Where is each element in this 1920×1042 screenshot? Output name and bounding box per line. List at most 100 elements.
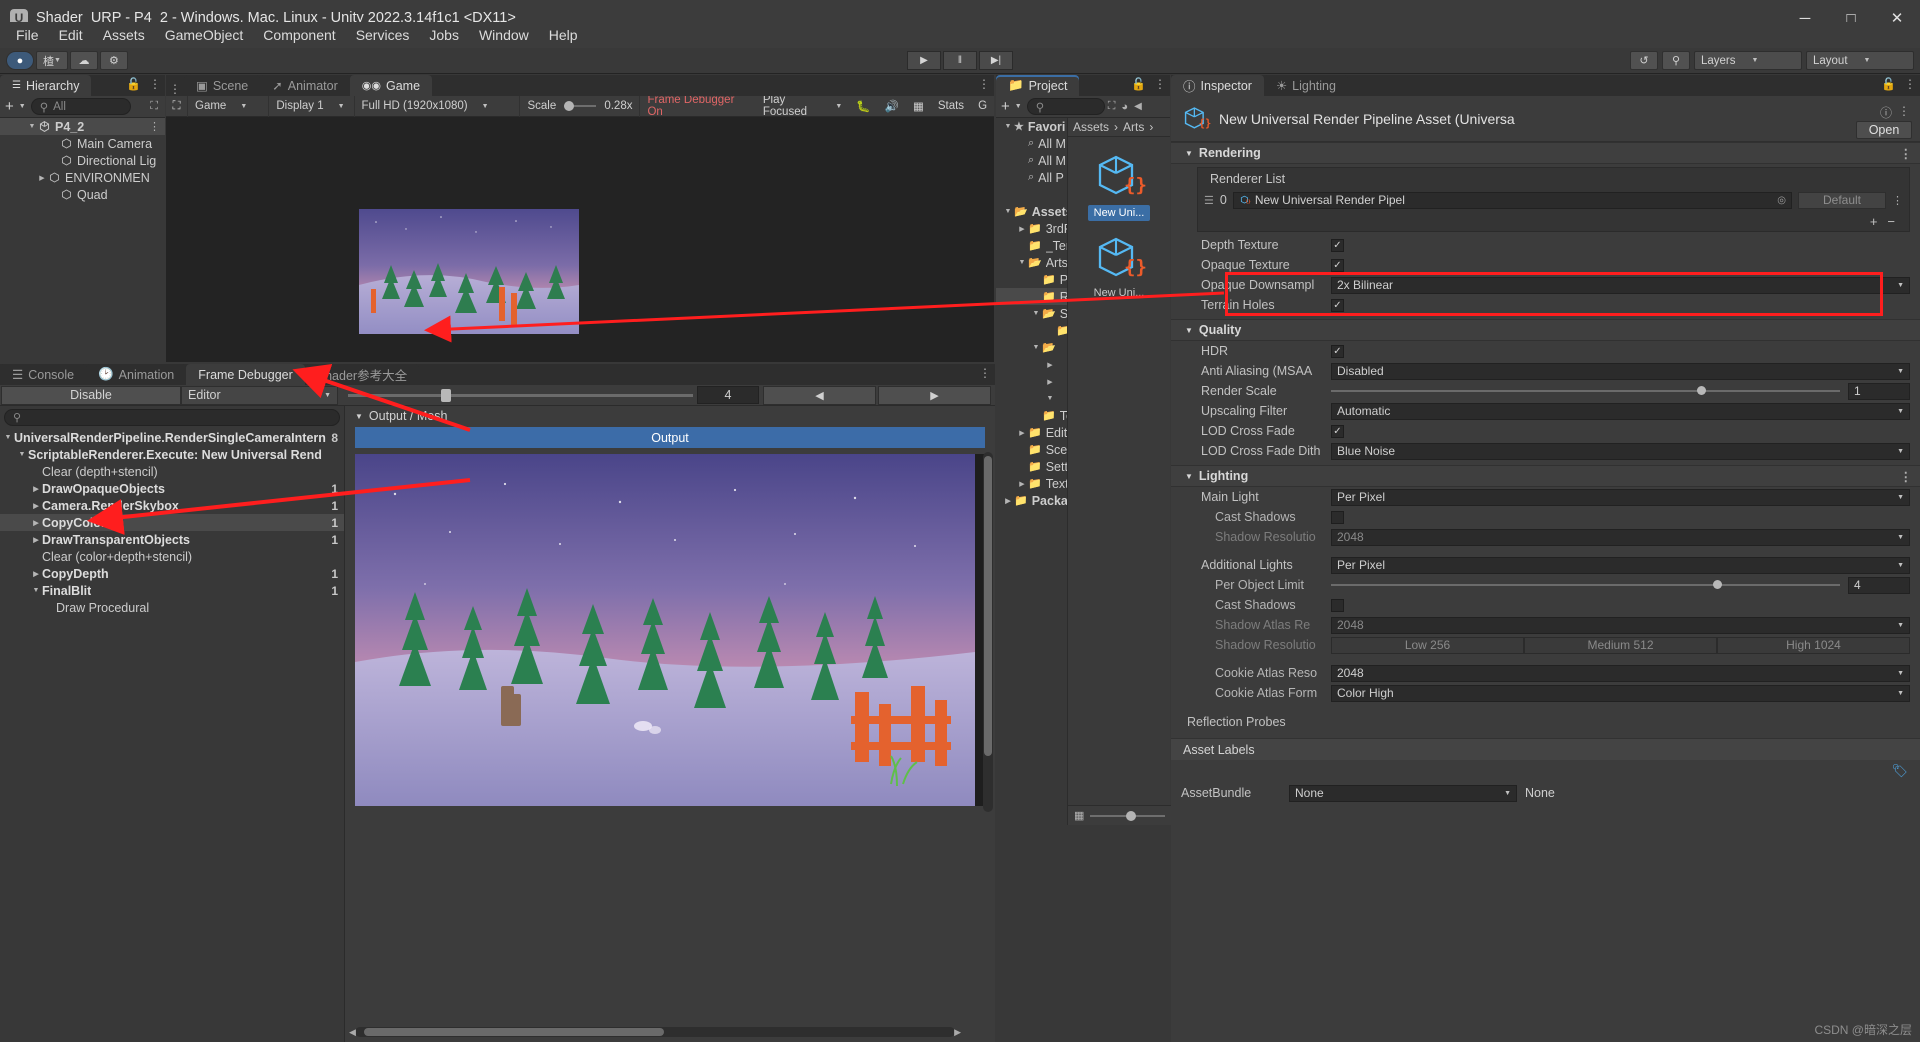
add-renderer-button[interactable]: +	[1870, 214, 1878, 229]
chevron-right-icon[interactable]: ▶	[954, 1027, 961, 1038]
gizmos-icon[interactable]: ▦	[906, 96, 931, 117]
display-dropdown[interactable]: Display 1 ▼	[269, 95, 355, 117]
per-object-limit-slider[interactable]	[1331, 580, 1840, 589]
hierarchy-item-environment[interactable]: ▶ ENVIRONMEN	[0, 169, 165, 186]
menu-services[interactable]: Services	[346, 24, 420, 46]
tab-animation[interactable]: 🕑 Animation	[86, 364, 187, 385]
additional-lights-dropdown[interactable]: Per Pixel ▼	[1331, 556, 1910, 574]
tab-shader-reference[interactable]: Shader参考大全	[304, 364, 420, 385]
section-quality[interactable]: ▼ Quality	[1171, 319, 1920, 341]
row-anti-aliasing[interactable]: Anti Aliasing (MSAA Disabled ▼	[1171, 361, 1920, 381]
renderer-list-row[interactable]: ☰ 0 {} New Universal Render Pipel ◎ Defa…	[1198, 189, 1909, 211]
section-rendering[interactable]: ▼ Rendering ⋮	[1171, 142, 1920, 164]
kebab-icon[interactable]: ⋮	[1900, 469, 1913, 484]
chevron-right-icon[interactable]: ▶	[30, 485, 42, 493]
main-light-dropdown[interactable]: Per Pixel ▼	[1331, 488, 1910, 506]
row-terrain-holes[interactable]: Terrain Holes ✓	[1171, 295, 1920, 315]
row-additional-cast-shadows[interactable]: Cast Shadows	[1171, 595, 1920, 615]
scale-slider-track[interactable]	[564, 101, 597, 111]
hdr-checkbox[interactable]: ✓	[1331, 344, 1344, 358]
output-tab[interactable]: Output	[355, 427, 985, 448]
drag-handle-icon[interactable]: ☰	[1204, 194, 1214, 207]
chevron-down-icon[interactable]: ▼	[1016, 259, 1028, 266]
play-focused-dropdown[interactable]: Play Focused ▼	[756, 94, 849, 118]
main-light-cast-shadows-checkbox[interactable]	[1331, 510, 1344, 524]
chevron-down-icon[interactable]: ▼	[1002, 208, 1014, 215]
kebab-icon[interactable]: ⋮	[1892, 194, 1903, 207]
help-icon[interactable]: ⓘ	[1880, 104, 1892, 121]
lod-cross-fade-checkbox[interactable]: ✓	[1331, 424, 1344, 438]
cookie-atlas-resolution-dropdown[interactable]: 2048 ▼	[1331, 664, 1910, 682]
tab-lighting[interactable]: ☀ Lighting	[1263, 75, 1348, 96]
game-view-dropdown[interactable]: Game ▼	[188, 95, 270, 117]
chevron-down-icon[interactable]: ▼	[1044, 395, 1056, 402]
tab-console[interactable]: ☰ Console	[0, 364, 87, 385]
frame-event-row[interactable]: ▼ UniversalRenderPipeline.RenderSingleCam…	[0, 429, 344, 446]
frame-event-row[interactable]: ▶ DrawTransparentObjects 1	[0, 531, 344, 548]
resolution-dropdown[interactable]: Full HD (1920x1080) ▼	[355, 95, 521, 117]
tab-game[interactable]: ◉◉ Game	[349, 75, 433, 96]
cloud-icon[interactable]: ☁	[69, 51, 98, 70]
menu-gameobject[interactable]: GameObject	[155, 24, 254, 46]
account-dropdown[interactable]: 楂 ▼	[36, 51, 68, 70]
game-aspect-icon[interactable]: ⛶	[166, 95, 188, 117]
chevron-right-icon[interactable]: ▶	[36, 174, 48, 182]
per-object-limit-value[interactable]: 4	[1848, 576, 1910, 594]
hierarchy-item-main-camera[interactable]: Main Camera	[0, 135, 165, 152]
kebab-icon[interactable]: ⋮	[1898, 104, 1910, 118]
menu-jobs[interactable]: Jobs	[419, 24, 469, 46]
tab-scene[interactable]: ▣ Scene	[184, 75, 261, 96]
lod-dithering-dropdown[interactable]: Blue Noise ▼	[1331, 442, 1910, 460]
kebab-icon[interactable]: ⋮	[166, 82, 184, 96]
open-button[interactable]: Open	[1856, 121, 1912, 139]
additional-cast-shadows-checkbox[interactable]	[1331, 598, 1344, 612]
pause-button[interactable]: ‖	[943, 51, 977, 70]
chevron-right-icon[interactable]: ▶	[30, 502, 42, 510]
row-cookie-atlas-format[interactable]: Cookie Atlas Form Color High ▼	[1171, 683, 1920, 703]
terrain-holes-checkbox[interactable]: ✓	[1331, 298, 1344, 312]
row-main-light[interactable]: Main Light Per Pixel ▼	[1171, 487, 1920, 507]
chevron-down-icon[interactable]: ▼	[1030, 310, 1042, 317]
hierarchy-item-directional-light[interactable]: Directional Lig	[0, 152, 165, 169]
opaque-downsampling-dropdown[interactable]: 2x Bilinear ▼	[1331, 276, 1910, 294]
kebab-icon[interactable]: ⋮	[979, 366, 991, 380]
render-scale-value[interactable]: 1	[1848, 382, 1910, 400]
row-main-light-cast-shadows[interactable]: Cast Shadows	[1171, 507, 1920, 527]
row-additional-lights[interactable]: Additional Lights Per Pixel ▼	[1171, 555, 1920, 575]
renderer-object-field[interactable]: {} New Universal Render Pipel ◎	[1232, 191, 1792, 209]
frame-event-row[interactable]: ▶ CopyDepth 1	[0, 565, 344, 582]
lock-icon[interactable]: 🔓	[1131, 77, 1146, 91]
render-scale-slider[interactable]	[1331, 386, 1840, 395]
chevron-left-icon[interactable]: ◀	[349, 1027, 356, 1038]
menu-component[interactable]: Component	[253, 24, 345, 46]
menu-help[interactable]: Help	[539, 24, 588, 46]
chevron-down-icon[interactable]: ▼	[16, 451, 28, 458]
frame-event-row[interactable]: ▼ ScriptableRenderer.Execute: New Univers…	[0, 446, 344, 463]
label-tag-icon[interactable]: 🏷	[1891, 763, 1908, 779]
tab-hierarchy[interactable]: ☰ Hierarchy	[0, 75, 92, 96]
event-search-input[interactable]: ⚲	[4, 409, 340, 426]
asset-labels-header[interactable]: Asset Labels	[1171, 738, 1920, 760]
preview-vscrollbar[interactable]	[983, 452, 993, 812]
breadcrumb-assets[interactable]: Assets	[1073, 120, 1109, 134]
bug-icon[interactable]: 🐛	[849, 96, 877, 117]
chevron-right-icon[interactable]: ▶	[1044, 378, 1056, 386]
menu-assets[interactable]: Assets	[93, 24, 155, 46]
tab-frame-debugger[interactable]: Frame Debugger	[186, 364, 305, 385]
gear-icon[interactable]: ⚙	[99, 51, 128, 70]
chevron-down-icon[interactable]: ▼	[30, 587, 42, 594]
chevron-left-icon[interactable]: ◀	[1134, 101, 1142, 112]
section-lighting[interactable]: ▼ Lighting ⋮	[1171, 465, 1920, 487]
history-icon[interactable]: ↺	[1630, 51, 1658, 70]
project-filter-icon[interactable]: ◕	[1121, 101, 1128, 113]
chevron-down-icon[interactable]: ▼	[1002, 123, 1014, 130]
chevron-down-icon[interactable]: ▼	[1030, 344, 1042, 351]
asset-item[interactable]: {} New Uni...	[1088, 231, 1150, 299]
kebab-icon[interactable]: ⋮	[1154, 77, 1166, 91]
frame-event-row[interactable]: Draw Procedural	[0, 599, 344, 616]
event-index-field[interactable]: 4	[697, 386, 759, 404]
menu-file[interactable]: File	[6, 24, 49, 46]
breadcrumb-arts[interactable]: Arts	[1123, 120, 1144, 134]
opaque-texture-checkbox[interactable]: ✓	[1331, 258, 1344, 272]
stats-button[interactable]: Stats	[931, 96, 971, 117]
